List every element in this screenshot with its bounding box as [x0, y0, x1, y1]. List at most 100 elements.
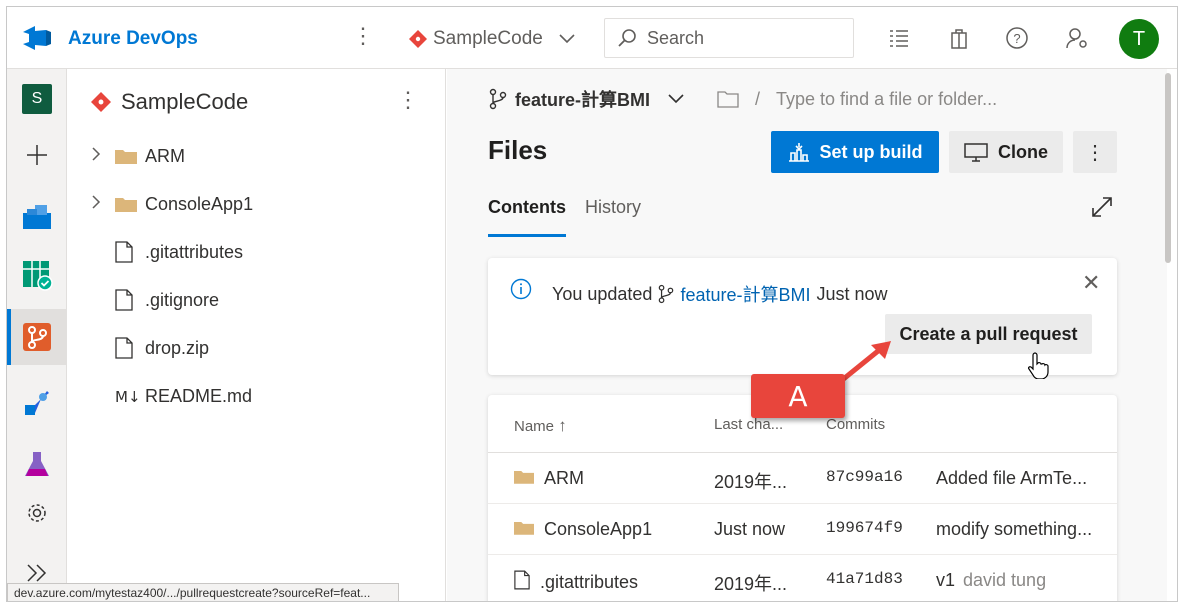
row-name[interactable]: .gitattributes [540, 572, 638, 593]
rail-item-overview[interactable] [7, 187, 67, 243]
tab-contents[interactable]: Contents [488, 197, 566, 237]
close-icon[interactable]: ✕ [1082, 272, 1100, 294]
expand-icon[interactable] [1090, 195, 1114, 219]
chevron-right-icon[interactable] [91, 146, 115, 167]
file-tree-pane: SampleCode ⋮ ARM ConsoleApp1 .gitattribu… [67, 69, 446, 601]
more-options-icon[interactable]: ⋮ [352, 25, 374, 47]
folder-icon [514, 519, 534, 540]
rail-item-settings[interactable] [7, 485, 67, 541]
sort-arrow-icon: ↑ [558, 416, 567, 435]
work-items-list-icon[interactable] [887, 26, 911, 50]
column-header-commits[interactable]: Commits [826, 416, 885, 433]
row-name[interactable]: ARM [544, 468, 584, 489]
pipelines-icon [25, 391, 49, 415]
azure-devops-logo-icon[interactable] [21, 24, 53, 52]
gear-icon [28, 504, 46, 522]
callout-arrow-icon [839, 341, 891, 383]
svg-text:?: ? [1013, 31, 1020, 46]
marketplace-bag-icon[interactable] [947, 26, 971, 50]
repo-more-options-icon[interactable]: ⋮ [397, 87, 419, 113]
column-header-last-change[interactable]: Last cha... [714, 416, 783, 433]
row-author: david tung [963, 570, 1047, 590]
svg-text:M↓: M↓ [115, 388, 141, 404]
search-placeholder: Search [647, 27, 705, 48]
table-row[interactable]: ConsoleApp1 Just now 199674f9 modify som… [488, 504, 1117, 555]
rail-project-badge[interactable]: S [7, 71, 67, 127]
create-pull-request-button[interactable]: Create a pull request [885, 314, 1092, 354]
repo-header[interactable]: SampleCode [91, 89, 248, 115]
help-icon[interactable]: ? [1005, 26, 1029, 50]
folder-icon [514, 468, 534, 489]
search-input[interactable]: Search [604, 18, 854, 58]
row-commit-message: modify something... [936, 519, 1093, 539]
row-last-change: 2019年... [714, 472, 788, 492]
tree-item-label: ARM [145, 145, 185, 166]
more-actions-button[interactable]: ⋮ [1073, 131, 1117, 173]
row-commit-id[interactable]: 41a71d83 [826, 570, 903, 588]
tree-item-folder[interactable]: ARM [67, 132, 446, 180]
row-commit-id[interactable]: 87c99a16 [826, 468, 903, 486]
rail-item-pipelines[interactable] [7, 375, 67, 431]
repos-icon [23, 323, 51, 351]
branch-icon [489, 88, 507, 110]
main-content: feature-計算BMI / Type to find a file or f… [447, 69, 1167, 601]
column-header-name[interactable]: Name ↑ [514, 416, 567, 436]
set-up-build-button[interactable]: Set up build [771, 131, 939, 173]
overview-icon [23, 205, 51, 229]
scrollbar[interactable] [1165, 73, 1171, 263]
project-selector[interactable]: SampleCode [409, 25, 575, 53]
chevron-right-icon[interactable] [91, 194, 115, 215]
tree-item-file[interactable]: .gitattributes [67, 228, 446, 276]
user-settings-icon[interactable] [1065, 26, 1089, 50]
project-badge: S [22, 84, 52, 114]
project-name: SampleCode [433, 28, 543, 49]
branch-name: feature-計算BMI [515, 90, 651, 110]
tree-item-label: drop.zip [145, 337, 210, 358]
tree-item-file[interactable]: .gitignore [67, 276, 446, 324]
file-icon [115, 241, 145, 263]
top-header: Azure DevOps ⋮ SampleCode Search ? T [7, 7, 1177, 69]
row-commit-message: Added file ArmTe... [936, 468, 1088, 488]
table-row[interactable]: .gitattributes 2019年... 41a71d83 v1 david… [488, 555, 1117, 601]
branch-selector[interactable]: feature-計算BMI [489, 85, 684, 113]
row-commit-id[interactable]: 199674f9 [826, 519, 903, 537]
banner-message: You updated feature-計算BMI Just now [552, 281, 888, 307]
boards-icon [23, 261, 53, 291]
file-icon [115, 337, 145, 359]
build-icon [788, 143, 809, 162]
tree-item-file[interactable]: M↓ README.md [67, 372, 446, 420]
git-repo-icon [91, 92, 111, 112]
browser-window: Azure DevOps ⋮ SampleCode Search ? T S S… [6, 6, 1178, 602]
folder-icon [115, 148, 145, 164]
monitor-icon [964, 143, 988, 162]
path-placeholder: Type to find a file or folder... [776, 88, 998, 109]
row-last-change: 2019年... [714, 574, 788, 594]
row-name[interactable]: ConsoleApp1 [544, 519, 652, 540]
table-row[interactable]: ARM 2019年... 87c99a16 Added file ArmTe..… [488, 453, 1117, 504]
folder-outline-icon [717, 91, 739, 108]
banner-branch-link[interactable]: feature-計算BMI [680, 281, 810, 307]
row-last-change: Just now [714, 519, 786, 539]
rail-item-repos[interactable] [7, 309, 67, 365]
double-chevron-right-icon [27, 564, 47, 582]
tree-item-label: ConsoleApp1 [145, 193, 254, 214]
chevron-down-icon [559, 34, 575, 44]
row-commit-message: v1 david tung [936, 570, 1047, 590]
tree-item-label: .gitattributes [145, 241, 244, 262]
repo-name: SampleCode [121, 89, 249, 114]
left-navigation-rail: S [7, 69, 67, 601]
git-repo-icon [409, 30, 427, 48]
test-plans-icon [25, 452, 49, 476]
rail-item-boards[interactable] [7, 247, 67, 303]
path-search[interactable]: / Type to find a file or folder... [717, 85, 997, 113]
avatar[interactable]: T [1119, 19, 1159, 59]
clone-button[interactable]: Clone [949, 131, 1063, 173]
files-table: Name ↑ Last cha... Commits ARM 2019年... … [488, 395, 1117, 601]
info-icon [510, 278, 532, 300]
tree-item-file[interactable]: drop.zip [67, 324, 446, 372]
tab-history[interactable]: History [585, 197, 641, 237]
brand-title[interactable]: Azure DevOps [68, 28, 198, 50]
clone-label: Clone [997, 141, 1048, 162]
tree-item-folder[interactable]: ConsoleApp1 [67, 180, 446, 228]
rail-add-button[interactable] [7, 127, 67, 183]
